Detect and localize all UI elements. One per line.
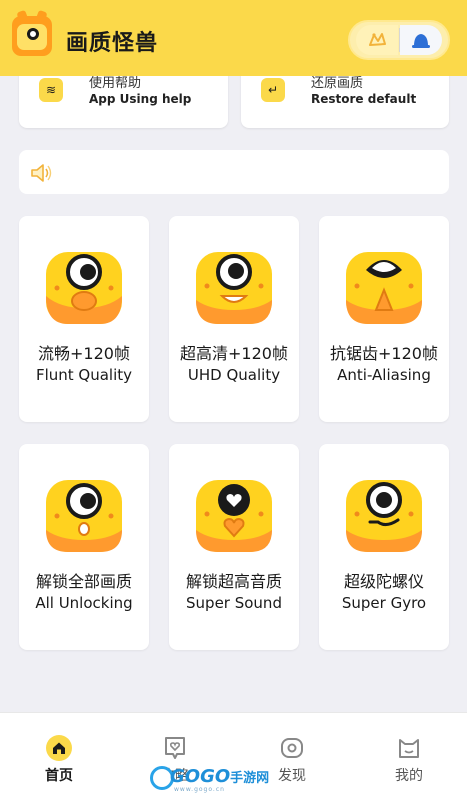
gesture-icon — [369, 33, 386, 46]
feature-title-cn: 抗锯齿+120帧 — [330, 344, 438, 363]
feature-title-en: Anti-Aliasing — [337, 366, 431, 384]
header-bottom-band — [0, 62, 467, 76]
notification-button[interactable] — [400, 25, 442, 55]
feature-card-gyro[interactable]: 超级陀螺仪 Super Gyro — [319, 444, 449, 650]
cat-profile-icon — [399, 739, 419, 758]
feature-title-cn: 超高清+120帧 — [180, 344, 288, 363]
monster-heart-icon — [196, 480, 272, 552]
monster-grin-icon — [196, 252, 272, 324]
feature-title-en: Super Gyro — [341, 594, 427, 612]
monster-tongue-icon — [346, 252, 422, 324]
feature-title-cn: 超级陀螺仪 — [343, 572, 424, 591]
layers-icon: ≋ — [39, 78, 63, 102]
restore-card-title-en: Restore default — [311, 92, 417, 106]
tab-label: 首页 — [45, 768, 73, 784]
notice-bar[interactable] — [19, 150, 449, 194]
feature-card-uhd[interactable]: 超高清+120帧 UHD Quality — [169, 216, 299, 422]
help-card-title-en: App Using help — [89, 92, 192, 106]
tab-label: 我的 — [395, 768, 423, 784]
feature-title-en: All Unlocking — [35, 594, 133, 612]
speaker-icon — [31, 164, 52, 182]
feature-title-cn: 解锁超高音质 — [185, 572, 282, 591]
feature-card-antialias[interactable]: 抗锯齿+120帧 Anti-Aliasing — [319, 216, 449, 422]
feature-title-cn: 流畅+120帧 — [38, 344, 130, 363]
header-overlay: 画质怪兽 — [0, 0, 467, 62]
tab-profile[interactable]: 我的 — [369, 713, 449, 800]
home-icon — [46, 735, 72, 761]
header-capsule[interactable] — [348, 20, 450, 60]
feature-card-unlock[interactable]: 解锁全部画质 All Unlocking — [19, 444, 149, 650]
feature-card-sound[interactable]: 解锁超高音质 Super Sound — [169, 444, 299, 650]
gesture-button[interactable] — [356, 25, 398, 55]
watermark-site: www.gogo.cn — [174, 786, 225, 793]
restore-icon: ↵ — [261, 78, 285, 102]
monster-surprised-icon — [46, 252, 122, 324]
watermark-brand: GOGO手游网 — [170, 766, 270, 787]
monster-oh-icon — [46, 480, 122, 552]
feature-title-en: UHD Quality — [187, 366, 281, 384]
app-title: 画质怪兽 — [66, 31, 159, 56]
discover-icon — [281, 738, 303, 758]
monster-smirk-icon — [346, 480, 422, 552]
feature-title-en: Super Sound — [186, 594, 282, 612]
heart-chat-icon — [165, 737, 185, 759]
feature-title-en: Flunt Quality — [35, 366, 133, 384]
feature-title-cn: 解锁全部画质 — [35, 572, 132, 591]
bell-icon — [412, 34, 430, 48]
site-watermark: GOGO手游网 www.gogo.cn — [150, 764, 272, 793]
monster-logo-icon — [12, 9, 52, 56]
feature-card-flunt[interactable]: 流畅+120帧 Flunt Quality — [19, 216, 149, 422]
tab-home[interactable]: 首页 — [19, 713, 99, 800]
